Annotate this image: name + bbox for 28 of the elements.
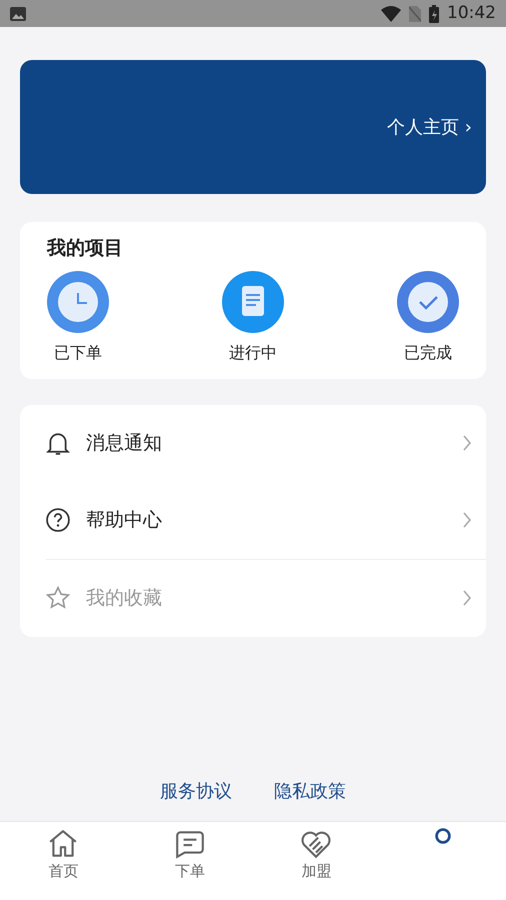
profile-link[interactable]: 个人主页 ›: [387, 114, 472, 140]
tab-item[interactable]: 下单: [126, 822, 253, 882]
bell-icon: [46, 431, 70, 455]
star-icon: [46, 586, 70, 610]
checkmark-icon: [397, 270, 459, 332]
menu-item[interactable]: 帮助中心: [20, 482, 486, 558]
clock-icon: [47, 270, 109, 332]
battery-icon: [429, 4, 439, 22]
chevron-icon: [462, 512, 472, 528]
message-icon: [174, 828, 206, 860]
chevron-icon: [462, 435, 472, 451]
gallery-icon: [10, 6, 26, 20]
home-icon: [47, 828, 80, 860]
tab-item[interactable]: 加盟: [253, 822, 380, 882]
footer-link[interactable]: 服务协议: [160, 778, 232, 805]
project-status-item[interactable]: 进行中: [222, 270, 284, 364]
section-title: 我的项目: [47, 236, 124, 261]
tab-item[interactable]: 首页: [0, 822, 126, 882]
footer-link[interactable]: 隐私政策: [274, 778, 346, 805]
project-status-item[interactable]: 已下单: [47, 270, 109, 364]
clock-time: 10:42: [447, 2, 496, 25]
help-icon: [46, 508, 70, 532]
chevron-icon: [462, 590, 472, 606]
no-sim-icon: [409, 6, 421, 22]
wifi-icon: [381, 6, 401, 22]
clipboard-icon: [222, 270, 284, 332]
project-status-item[interactable]: 已完成: [397, 270, 459, 364]
menu-item[interactable]: 消息通知: [20, 404, 486, 482]
